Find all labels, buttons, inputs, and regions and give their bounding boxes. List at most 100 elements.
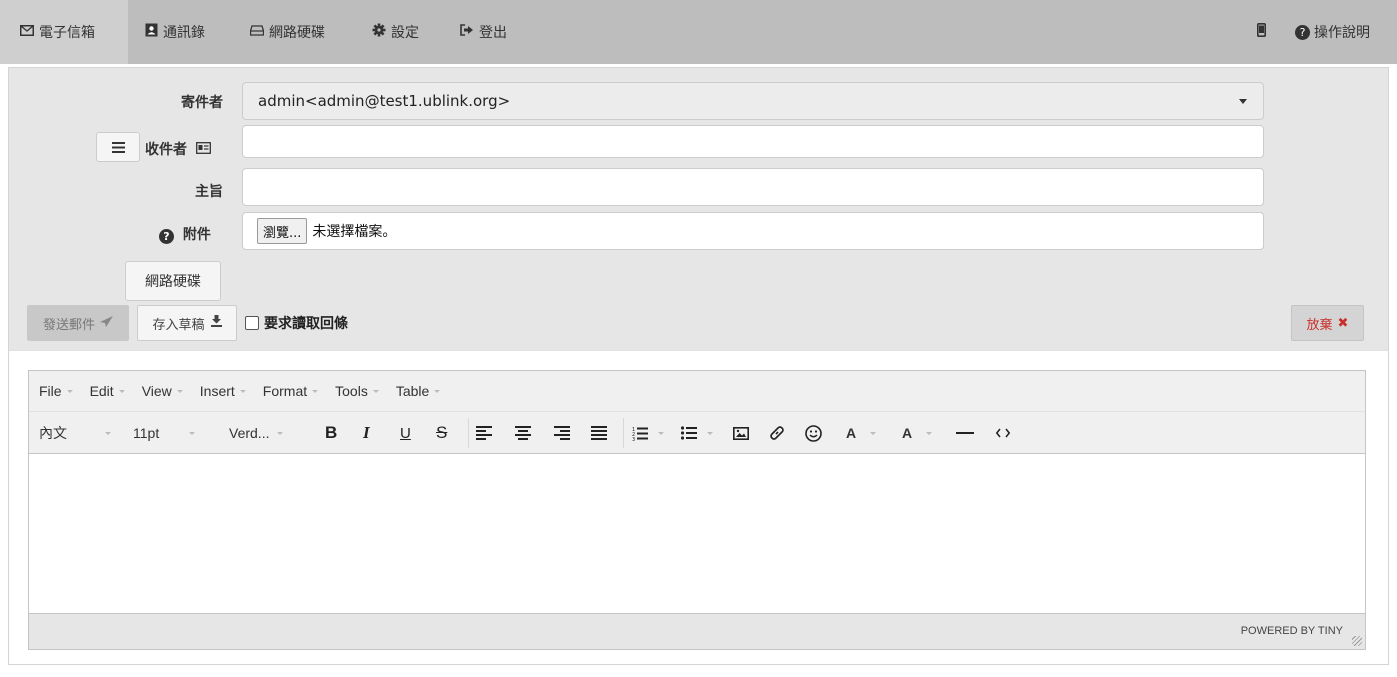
strikethrough-button[interactable]: S xyxy=(436,412,447,454)
align-justify-button[interactable] xyxy=(591,412,607,454)
nav-contacts-label: 通訊錄 xyxy=(163,25,205,41)
nav-logout-label: 登出 xyxy=(479,25,507,41)
smiley-icon xyxy=(805,424,822,442)
send-button[interactable]: 發送郵件 xyxy=(27,305,129,341)
chevron-down-icon xyxy=(312,389,319,393)
chevron-down-icon xyxy=(118,389,125,393)
chevron-down-icon xyxy=(66,389,73,393)
discard-button[interactable]: 放棄 ✖ xyxy=(1291,305,1364,341)
editor-toolbar: 內文 11pt Verd... B I U S 1 2 3 A A xyxy=(29,411,1365,454)
menu-insert[interactable]: Insert xyxy=(200,383,246,399)
editor-content-area[interactable] xyxy=(29,455,1365,613)
nav-logout[interactable]: 登出 xyxy=(460,0,507,64)
question-circle-icon: ? xyxy=(1295,24,1310,40)
powered-by-link[interactable]: POWERED BY TINY xyxy=(1241,625,1343,637)
text-color-button[interactable]: A xyxy=(846,412,877,454)
italic-button[interactable]: I xyxy=(363,412,370,454)
recipient-input[interactable] xyxy=(242,125,1264,158)
address-book-icon xyxy=(145,23,158,41)
underline-icon: U xyxy=(400,424,411,442)
bullet-list-button[interactable] xyxy=(681,412,713,454)
chevron-down-icon xyxy=(277,431,284,435)
emoticons-button[interactable] xyxy=(805,412,822,454)
chevron-down-icon xyxy=(434,389,441,393)
nav-network-disk[interactable]: 網路硬碟 xyxy=(249,0,325,64)
align-right-button[interactable] xyxy=(554,412,570,454)
mobile-icon xyxy=(1257,23,1267,41)
editor-menubar: File Edit View Insert Format Tools Table xyxy=(29,371,1365,411)
editor-statusbar: POWERED BY TINY xyxy=(29,613,1365,649)
font-family-value: Verd... xyxy=(229,425,270,441)
nav-contacts[interactable]: 通訊錄 xyxy=(145,0,205,64)
contact-card-icon[interactable] xyxy=(195,142,211,157)
compose-panel: 寄件者 admin<admin@test1.ublink.org> 收件者 主旨… xyxy=(8,67,1389,350)
send-button-label: 發送郵件 xyxy=(42,317,95,333)
chevron-down-icon xyxy=(189,431,196,435)
font-family-select[interactable]: Verd... xyxy=(229,412,284,454)
bold-icon: B xyxy=(325,423,338,442)
download-icon xyxy=(210,315,222,331)
bullet-list-icon xyxy=(681,426,697,440)
read-receipt-checkbox[interactable] xyxy=(245,316,259,330)
chevron-down-icon xyxy=(239,389,246,393)
attachment-label-wrap: ? 附件 xyxy=(159,224,211,244)
top-nav: 電子信箱 通訊錄 網路硬碟 設定 登出 ? 操作說明 xyxy=(0,0,1397,64)
numbered-list-button[interactable]: 123 xyxy=(632,412,664,454)
sign-out-icon xyxy=(460,24,474,40)
numbered-list-icon: 123 xyxy=(632,427,648,441)
block-format-select[interactable]: 內文 xyxy=(39,412,111,454)
close-icon: ✖ xyxy=(1337,315,1349,331)
menu-table[interactable]: Table xyxy=(396,383,441,399)
network-disk-button[interactable]: 網路硬碟 xyxy=(125,261,221,301)
read-receipt-label: 要求讀取回條 xyxy=(264,316,348,332)
envelope-icon xyxy=(20,24,34,40)
align-right-icon xyxy=(554,426,570,440)
bold-button[interactable]: B xyxy=(325,412,337,454)
nav-email[interactable]: 電子信箱 xyxy=(0,0,128,64)
toolbar-separator xyxy=(468,418,469,448)
resize-handle-icon[interactable] xyxy=(1352,636,1362,646)
block-format-value: 內文 xyxy=(39,425,67,441)
sender-select[interactable]: admin<admin@test1.ublink.org> xyxy=(242,82,1264,120)
menu-edit[interactable]: Edit xyxy=(90,383,125,399)
discard-label: 放棄 xyxy=(1306,317,1333,333)
horizontal-line-button[interactable] xyxy=(956,412,974,454)
align-center-button[interactable] xyxy=(515,412,531,454)
align-left-button[interactable] xyxy=(476,412,492,454)
insert-image-button[interactable] xyxy=(733,412,749,454)
chevron-down-icon xyxy=(105,431,111,435)
menu-file-label: File xyxy=(39,383,62,399)
sender-value: admin<admin@test1.ublink.org> xyxy=(258,92,511,110)
strikethrough-icon: S xyxy=(436,423,448,442)
nav-settings-label: 設定 xyxy=(391,25,419,41)
subject-label: 主旨 xyxy=(195,184,223,200)
menu-view[interactable]: View xyxy=(142,383,183,399)
attachment-file-input[interactable]: 瀏覽... 未選擇檔案。 xyxy=(242,212,1264,250)
save-draft-button[interactable]: 存入草稿 xyxy=(137,305,237,341)
question-circle-icon[interactable]: ? xyxy=(159,229,174,244)
nav-help[interactable]: ? 操作說明 xyxy=(1295,0,1370,64)
font-size-select[interactable]: 11pt xyxy=(133,412,196,454)
menu-edit-label: Edit xyxy=(89,383,114,399)
chevron-down-icon xyxy=(176,389,183,393)
background-color-icon: A xyxy=(902,425,913,441)
menu-format[interactable]: Format xyxy=(263,383,319,399)
insert-link-button[interactable] xyxy=(769,412,785,454)
horizontal-line-icon xyxy=(956,432,974,434)
read-receipt-option[interactable]: 要求讀取回條 xyxy=(245,313,348,333)
menu-tools[interactable]: Tools xyxy=(335,383,379,399)
subject-input[interactable] xyxy=(242,168,1264,206)
align-center-icon xyxy=(515,426,531,440)
font-size-value: 11pt xyxy=(133,425,160,441)
attachment-label: 附件 xyxy=(182,227,211,243)
browse-button[interactable]: 瀏覽... xyxy=(257,218,308,244)
rich-text-editor: File Edit View Insert Format Tools Table… xyxy=(28,370,1366,650)
background-color-button[interactable]: A xyxy=(902,412,933,454)
chevron-down-icon xyxy=(926,431,933,435)
recipient-menu-button[interactable] xyxy=(96,132,140,162)
menu-file[interactable]: File xyxy=(39,383,73,399)
nav-settings[interactable]: 設定 xyxy=(372,0,419,64)
mobile-button[interactable] xyxy=(1257,0,1267,64)
underline-button[interactable]: U xyxy=(400,412,411,454)
source-code-button[interactable] xyxy=(996,412,1010,454)
